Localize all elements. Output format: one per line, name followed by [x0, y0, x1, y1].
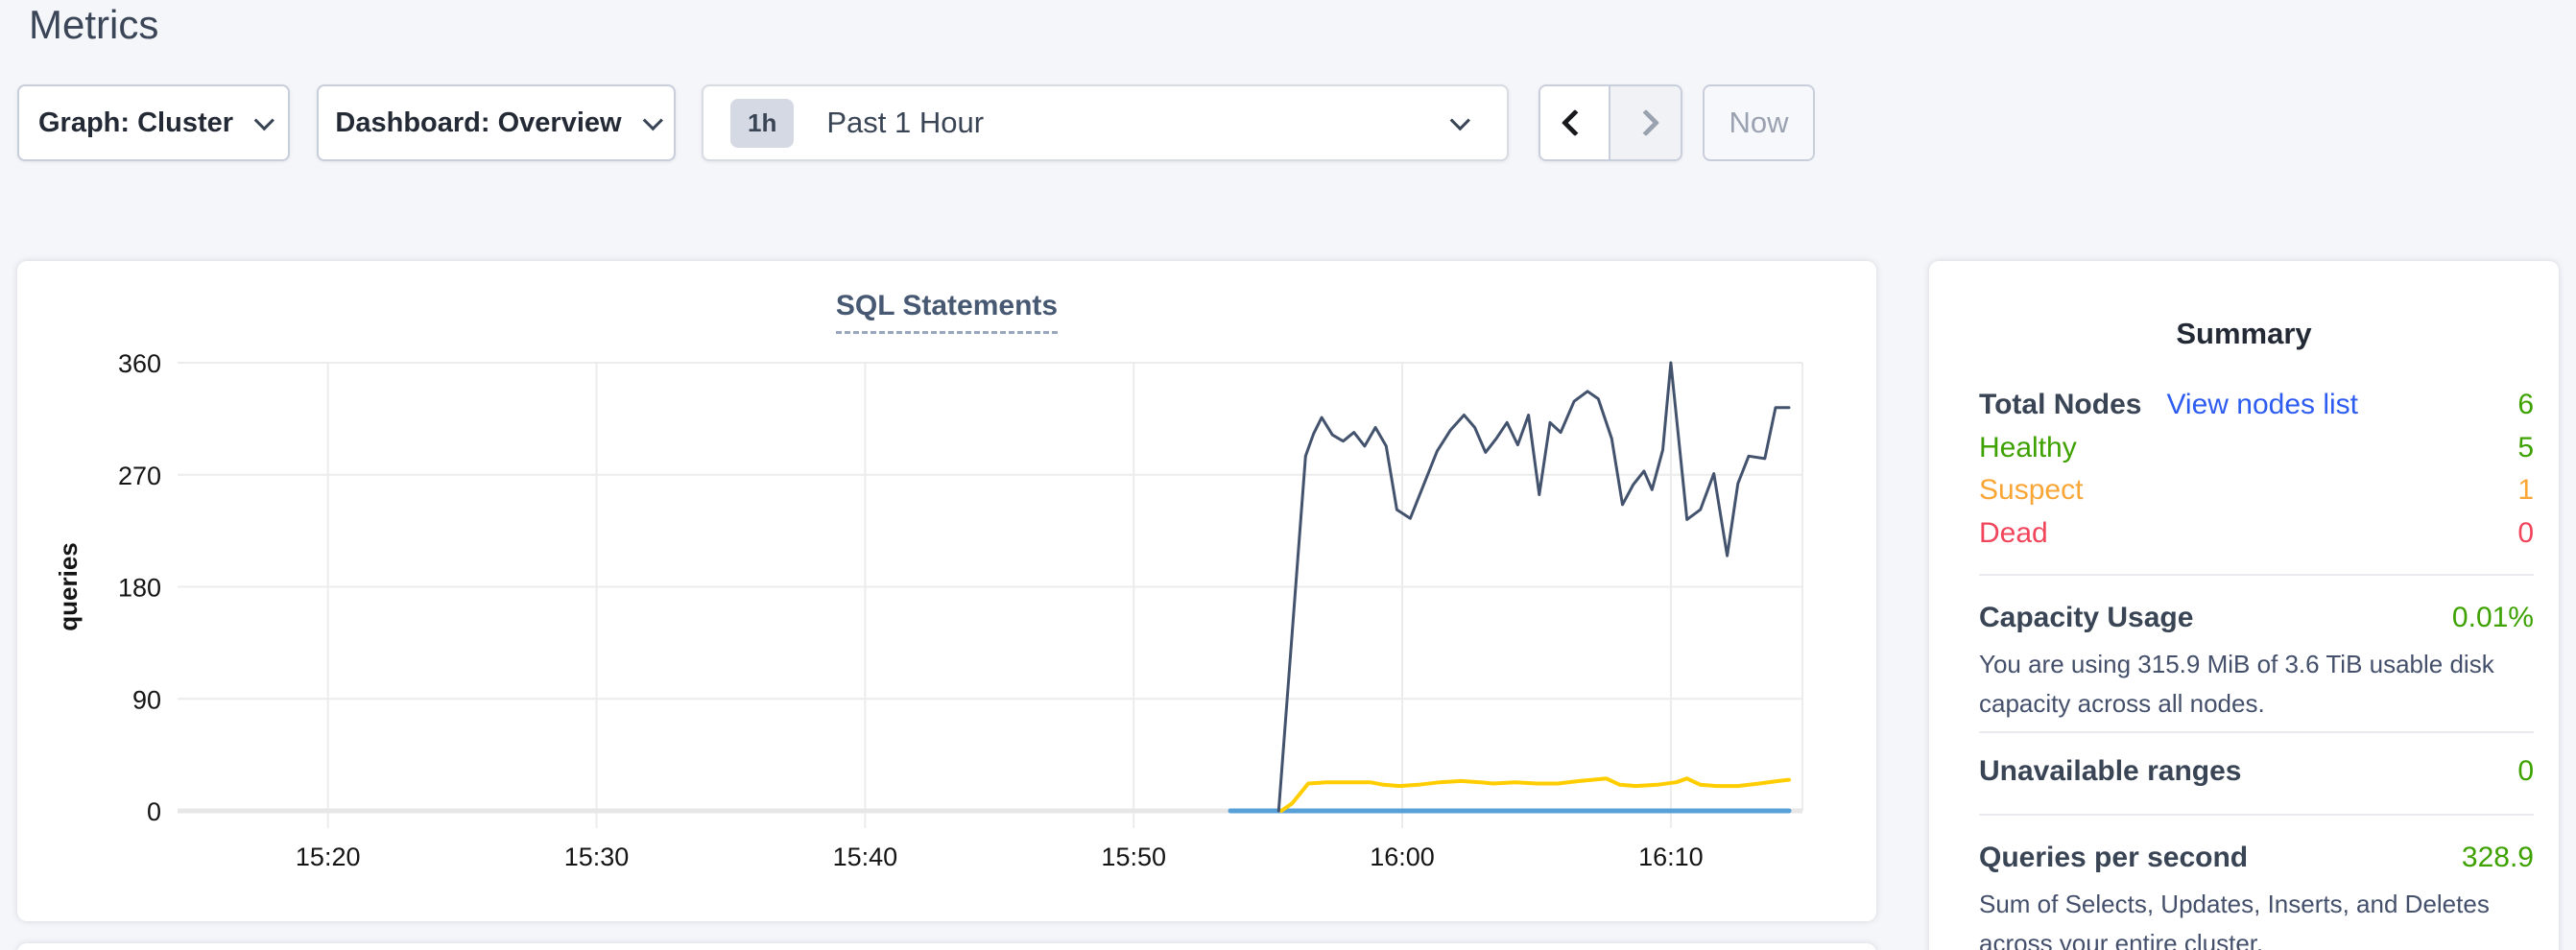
- y-tick-label: 90: [132, 685, 161, 714]
- unavailable-ranges-value: 0: [2517, 755, 2534, 788]
- time-range-badge: 1h: [730, 99, 794, 148]
- y-tick-label: 360: [118, 349, 161, 378]
- divider: [1979, 814, 2534, 816]
- x-tick-label: 15:20: [296, 843, 361, 871]
- sql-statements-chart[interactable]: 15:20 15:30 15:40 15:50 16:00 16:10 0 90 180 270 3…: [17, 261, 1876, 921]
- divider: [1979, 574, 2534, 576]
- dead-nodes-row: Dead 0: [1979, 512, 2534, 555]
- total-nodes-row: Total Nodes View nodes list 6: [1979, 384, 2534, 426]
- y-tick-label: 180: [118, 574, 161, 603]
- time-back-button[interactable]: [1540, 86, 1610, 159]
- time-range-selector[interactable]: 1h Past 1 Hour: [702, 84, 1509, 161]
- x-tick-label: 16:00: [1370, 843, 1435, 871]
- time-forward-button-disabled: [1610, 86, 1681, 159]
- dashboard-dropdown-label: Dashboard: Overview: [335, 107, 621, 139]
- time-step-buttons: [1538, 84, 1682, 161]
- dashboard-dropdown[interactable]: Dashboard: Overview: [317, 84, 676, 161]
- suspect-value: 1: [2517, 474, 2534, 507]
- chevron-left-icon: [1561, 109, 1587, 136]
- graph-dropdown[interactable]: Graph: Cluster: [17, 84, 290, 161]
- now-button: Now: [1703, 84, 1815, 161]
- capacity-usage-label: Capacity Usage: [1979, 602, 2193, 634]
- healthy-label: Healthy: [1979, 432, 2077, 464]
- y-axis-label: queries: [54, 542, 83, 631]
- summary-title: Summary: [1929, 317, 2559, 351]
- unavailable-ranges-row: Unavailable ranges 0: [1979, 750, 2534, 793]
- chevron-down-icon: [642, 110, 662, 131]
- total-nodes-label: Total Nodes: [1979, 389, 2141, 421]
- divider: [1979, 731, 2534, 733]
- yellow-series-line: [1281, 778, 1789, 811]
- chevron-down-icon: [1450, 110, 1470, 131]
- summary-panel: Summary Total Nodes View nodes list 6 He…: [1929, 261, 2559, 950]
- queries-per-second-label: Queries per second: [1979, 842, 2248, 874]
- queries-per-second-value: 328.9: [2462, 842, 2534, 874]
- now-button-label: Now: [1729, 106, 1788, 140]
- x-tick-label: 15:50: [1101, 843, 1166, 871]
- suspect-nodes-row: Suspect 1: [1979, 469, 2534, 511]
- unavailable-ranges-label: Unavailable ranges: [1979, 755, 2241, 788]
- chevron-right-icon: [1632, 109, 1658, 136]
- dead-value: 0: [2517, 517, 2534, 550]
- suspect-label: Suspect: [1979, 474, 2083, 507]
- y-tick-label: 270: [118, 462, 161, 490]
- page-title: Metrics: [29, 2, 158, 48]
- graph-dropdown-label: Graph: Cluster: [38, 107, 233, 139]
- capacity-usage-value: 0.01%: [2452, 602, 2534, 634]
- capacity-usage-row: Capacity Usage 0.01%: [1979, 597, 2534, 639]
- healthy-nodes-row: Healthy 5: [1979, 427, 2534, 469]
- view-nodes-list-link[interactable]: View nodes list: [2166, 389, 2358, 421]
- dead-label: Dead: [1979, 517, 2048, 550]
- healthy-value: 5: [2517, 432, 2534, 464]
- x-tick-label: 15:40: [833, 843, 898, 871]
- queries-per-second-row: Queries per second 328.9: [1979, 837, 2534, 879]
- chevron-down-icon: [254, 110, 274, 131]
- x-tick-label: 16:10: [1638, 843, 1704, 871]
- y-tick-label: 0: [147, 797, 161, 826]
- next-chart-card-partial: [17, 943, 1876, 950]
- total-nodes-value: 6: [2517, 389, 2534, 421]
- queries-per-second-description: Sum of Selects, Updates, Inserts, and De…: [1979, 885, 2531, 950]
- time-range-value: Past 1 Hour: [826, 106, 984, 140]
- sql-statements-chart-card: SQL Statements 15:2015:3015:4015:5016:00…: [17, 261, 1876, 921]
- capacity-usage-description: You are using 315.9 MiB of 3.6 TiB usabl…: [1979, 645, 2531, 724]
- x-tick-label: 15:30: [564, 843, 630, 871]
